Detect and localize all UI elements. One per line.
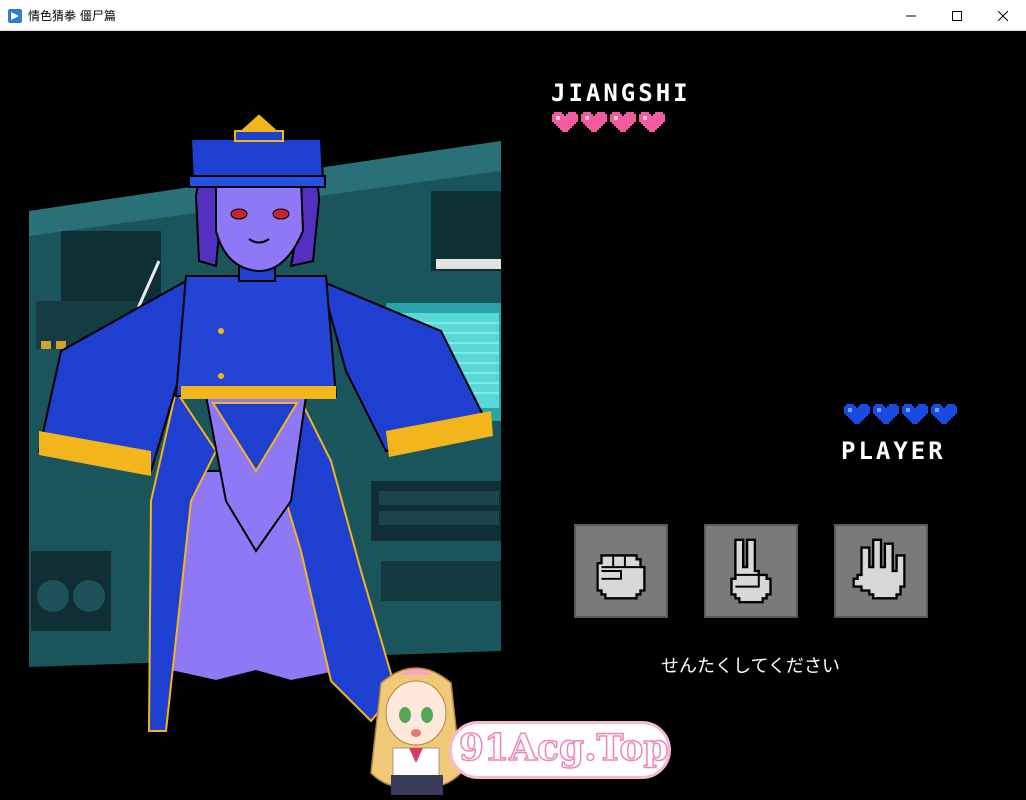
minimize-icon [906,11,916,21]
heart-icon [552,112,578,134]
close-icon [998,10,1008,21]
paper-button[interactable] [834,524,928,618]
player-hearts [844,404,957,426]
heart-icon [873,404,899,426]
watermark-text: 91Acg.Top [458,726,669,770]
maximize-button[interactable] [934,0,980,31]
app-icon [8,8,22,23]
heart-icon [844,404,870,426]
mascot-girl-image [370,667,462,795]
paper-hand-icon [842,532,920,610]
enemy-name: JIANGSHI [551,79,691,107]
heart-icon [902,404,928,426]
window-title: 情色猜拳 僵尸篇 [28,9,116,23]
close-button[interactable] [980,0,1026,31]
heart-icon [931,404,957,426]
scissors-hand-icon [712,532,790,610]
maximize-icon [952,10,962,21]
selection-prompt: せんたくしてください [661,656,840,677]
heart-icon [610,112,636,134]
minimize-button[interactable] [888,0,934,31]
heart-icon [581,112,607,134]
scissors-button[interactable] [704,524,798,618]
heart-icon [639,112,665,134]
player-name: PLAYER [841,437,946,465]
rock-button[interactable] [574,524,668,618]
game-screen[interactable]: JIANGSHI PLAYER せんたくしてください 91Acg.Top [1,31,1025,799]
title-bar: 情色猜拳 僵尸篇 [0,0,1026,31]
enemy-hearts [552,112,665,134]
rock-fist-icon [582,532,660,610]
